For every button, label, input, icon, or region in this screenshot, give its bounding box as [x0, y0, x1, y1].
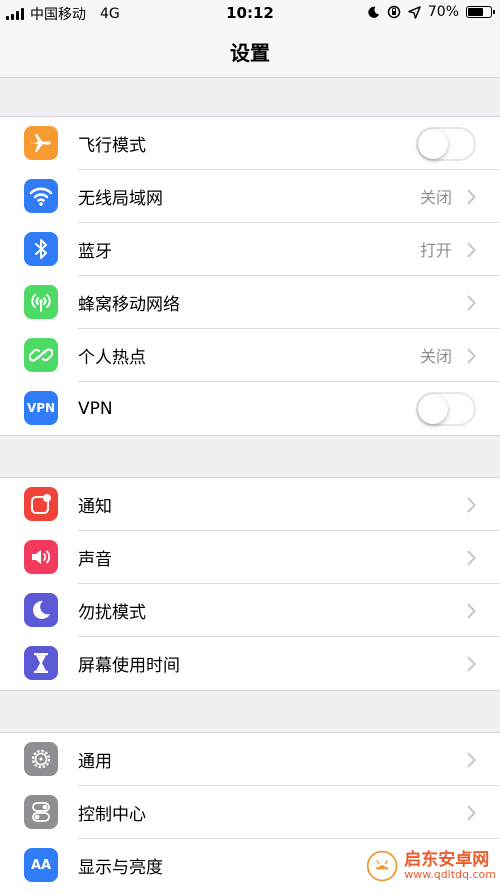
sound-icon — [24, 540, 58, 574]
airplane-icon — [24, 126, 58, 160]
row-label: 蜂窝移动网络 — [78, 290, 180, 315]
row-content: 通知 — [78, 478, 500, 531]
row-label: 蓝牙 — [78, 237, 112, 262]
settings-row-sounds[interactable]: 声音 — [0, 531, 500, 584]
cellular-icon — [24, 285, 58, 319]
row-value: 打开 — [420, 237, 452, 261]
row-content: 声音 — [78, 531, 500, 584]
gear-icon — [24, 742, 58, 776]
row-content: 控制中心 — [78, 786, 500, 839]
row-label: 无线局域网 — [78, 184, 163, 209]
row-label: 飞行模式 — [78, 131, 146, 156]
settings-row-general[interactable]: 通用 — [0, 733, 500, 786]
row-label: 控制中心 — [78, 800, 146, 825]
toggle-knob — [418, 129, 448, 159]
battery-icon — [466, 6, 492, 18]
row-label: 勿扰模式 — [78, 598, 146, 623]
watermark-text: 启东安卓网 www.qdltdq.com — [404, 851, 496, 882]
vpn-icon: VPN — [24, 391, 58, 425]
moon-status-icon — [367, 6, 380, 19]
row-value: 关闭 — [420, 184, 452, 208]
settings-group-connectivity: 飞行模式 无线局域网 关闭 蓝牙 打开 蜂窝移动网络 — [0, 116, 500, 436]
row-content: 蓝牙 打开 — [78, 223, 500, 276]
chevron-right-icon — [466, 295, 476, 311]
settings-row-bluetooth[interactable]: 蓝牙 打开 — [0, 223, 500, 276]
hotspot-icon — [24, 338, 58, 372]
settings-group-notifications: 通知 声音 勿扰模式 屏幕使用时间 — [0, 477, 500, 691]
page-title: 设置 — [230, 37, 270, 66]
chevron-right-icon — [466, 497, 476, 513]
row-label: 显示与亮度 — [78, 853, 163, 878]
settings-row-personal-hotspot[interactable]: 个人热点 关闭 — [0, 329, 500, 382]
row-content: 勿扰模式 — [78, 584, 500, 637]
chevron-right-icon — [466, 348, 476, 364]
chevron-right-icon — [466, 603, 476, 619]
watermark: 启东安卓网 www.qdltdq.com — [366, 845, 496, 887]
row-content: 屏幕使用时间 — [78, 637, 500, 690]
notification-icon — [24, 487, 58, 521]
wifi-icon — [24, 179, 58, 213]
settings-row-cellular[interactable]: 蜂窝移动网络 — [0, 276, 500, 329]
settings-row-vpn[interactable]: VPN VPN — [0, 382, 500, 435]
hourglass-icon — [24, 646, 58, 680]
chevron-right-icon — [466, 752, 476, 768]
chevron-right-icon — [466, 189, 476, 205]
chevron-right-icon — [466, 550, 476, 566]
chevron-right-icon — [466, 805, 476, 821]
row-value: 关闭 — [420, 343, 452, 367]
status-bar: 中国移动 4G 10:12 70% — [0, 0, 500, 26]
control-center-icon — [24, 795, 58, 829]
row-content: 个人热点 关闭 — [78, 329, 500, 382]
settings-row-do-not-disturb[interactable]: 勿扰模式 — [0, 584, 500, 637]
status-right: 70% — [367, 4, 492, 20]
bluetooth-icon — [24, 232, 58, 266]
row-label: 声音 — [78, 545, 112, 570]
watermark-logo-icon — [366, 847, 398, 885]
settings-row-control-center[interactable]: 控制中心 — [0, 786, 500, 839]
display-icon-text: AA — [31, 858, 51, 873]
row-content: VPN — [78, 382, 500, 435]
row-label: 个人热点 — [78, 343, 146, 368]
row-label: 通用 — [78, 747, 112, 772]
display-brightness-icon: AA — [24, 848, 58, 882]
moon-icon — [24, 593, 58, 627]
navigation-bar: 设置 — [0, 26, 500, 78]
row-content: 蜂窝移动网络 — [78, 276, 500, 329]
row-label: VPN — [78, 399, 113, 419]
rotation-lock-icon — [387, 5, 401, 19]
row-content: 通用 — [78, 733, 500, 786]
watermark-url: www.qdltdq.com — [404, 869, 496, 881]
battery-percent: 70% — [428, 4, 459, 20]
vpn-icon-text: VPN — [27, 401, 55, 415]
location-icon — [408, 6, 421, 19]
vpn-toggle[interactable] — [416, 392, 476, 426]
airplane-mode-toggle[interactable] — [416, 127, 476, 161]
settings-row-screen-time[interactable]: 屏幕使用时间 — [0, 637, 500, 690]
row-content: 飞行模式 — [78, 117, 500, 170]
row-label: 通知 — [78, 492, 112, 517]
row-content: 无线局域网 关闭 — [78, 170, 500, 223]
watermark-name: 启东安卓网 — [404, 851, 496, 870]
settings-row-notifications[interactable]: 通知 — [0, 478, 500, 531]
chevron-right-icon — [466, 242, 476, 258]
battery-level-fill — [468, 8, 483, 16]
chevron-right-icon — [466, 656, 476, 672]
settings-row-wifi[interactable]: 无线局域网 关闭 — [0, 170, 500, 223]
toggle-knob — [418, 394, 448, 424]
settings-row-airplane-mode[interactable]: 飞行模式 — [0, 117, 500, 170]
row-label: 屏幕使用时间 — [78, 651, 180, 676]
